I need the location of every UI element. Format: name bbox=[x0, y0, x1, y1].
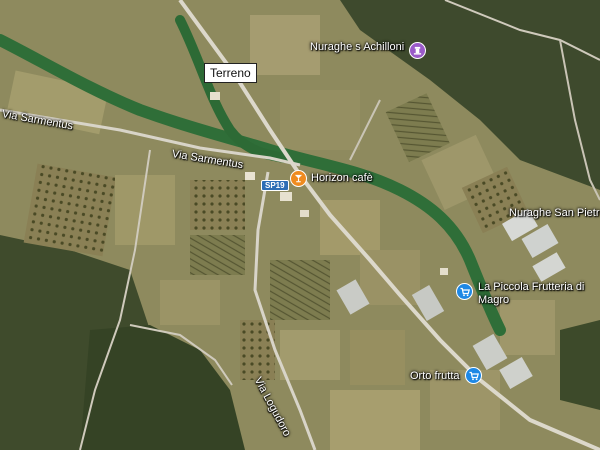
field bbox=[280, 90, 360, 150]
terreno-callout[interactable]: Terreno bbox=[204, 63, 257, 83]
building bbox=[300, 210, 309, 217]
monument-icon[interactable] bbox=[409, 42, 426, 59]
poi-label-nuraghe-san-pietro[interactable]: Nuraghe San Pietro bbox=[509, 207, 600, 219]
cafe-icon[interactable] bbox=[290, 170, 307, 187]
field bbox=[320, 200, 380, 255]
field bbox=[160, 280, 220, 325]
forest-area bbox=[560, 320, 600, 410]
building bbox=[440, 268, 448, 275]
field bbox=[500, 300, 555, 355]
field bbox=[330, 390, 420, 450]
shopping-cart-icon[interactable] bbox=[456, 283, 473, 300]
field bbox=[280, 330, 340, 380]
poi-label-orto-frutta[interactable]: Orto frutta bbox=[410, 370, 460, 382]
field bbox=[190, 235, 245, 275]
poi-label-nuraghe-achilloni[interactable]: Nuraghe s Achilloni bbox=[310, 41, 404, 53]
poi-label-horizon-cafe[interactable]: Horizon cafè bbox=[311, 172, 373, 184]
field bbox=[240, 320, 275, 380]
building bbox=[210, 92, 220, 100]
field bbox=[190, 180, 245, 230]
satellite-map[interactable] bbox=[0, 0, 600, 450]
field bbox=[23, 163, 117, 257]
shopping-cart-icon[interactable] bbox=[465, 367, 482, 384]
poi-label-la-piccola-frutteria[interactable]: La Piccola Frutteria di Magro bbox=[478, 281, 588, 307]
building bbox=[245, 172, 255, 180]
road-shield-sp19: SP19 bbox=[261, 180, 289, 191]
field bbox=[270, 260, 330, 320]
building bbox=[280, 192, 292, 201]
field bbox=[350, 330, 405, 385]
